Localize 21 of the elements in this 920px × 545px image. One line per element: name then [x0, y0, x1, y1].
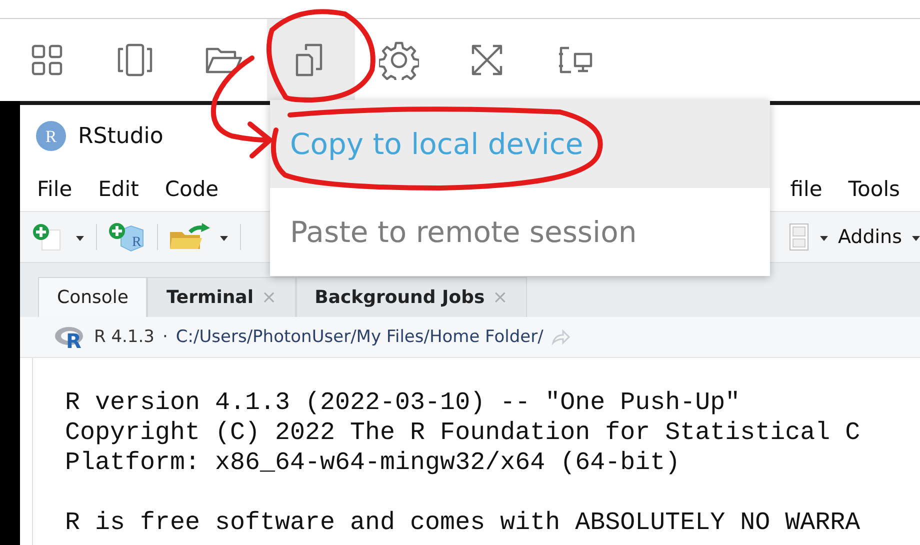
menu-item[interactable]: Paste to remote session [270, 188, 770, 276]
menu-item[interactable]: Tools [848, 177, 900, 201]
working-directory[interactable]: C:/Users/PhotonUser/My Files/Home Folder/ [176, 327, 544, 347]
addins-menu[interactable]: Addins [838, 226, 902, 248]
menu-item[interactable]: Edit [98, 177, 139, 201]
console-line: Copyright (C) 2022 The R Foundation for Statistical C [65, 418, 862, 448]
menu-item[interactable]: File [37, 177, 72, 201]
open-folder-icon[interactable] [168, 222, 212, 252]
console-line: R is free software and comes with ABSOLUTELY NO WARRA [65, 508, 862, 538]
pane-tab[interactable]: Terminal × [147, 277, 296, 317]
console-line: R version 4.1.3 (2022-03-10) -- "One Push-Up" [65, 388, 742, 418]
window-title: RStudio [78, 124, 164, 148]
r-logo-icon: R [36, 121, 66, 151]
settings-icon [379, 40, 419, 80]
console-line: Platform: x86_64-w64-mingw32/x64 (64-bit) [65, 448, 682, 478]
pane-tab[interactable]: Background Jobs × [296, 277, 527, 317]
menu-item[interactable]: file [790, 177, 822, 201]
pane-tab[interactable]: Console [38, 277, 148, 317]
r-version: R 4.1.3 [94, 327, 154, 347]
menu-item[interactable]: Code [164, 177, 219, 201]
separator-dot: · [162, 327, 168, 347]
